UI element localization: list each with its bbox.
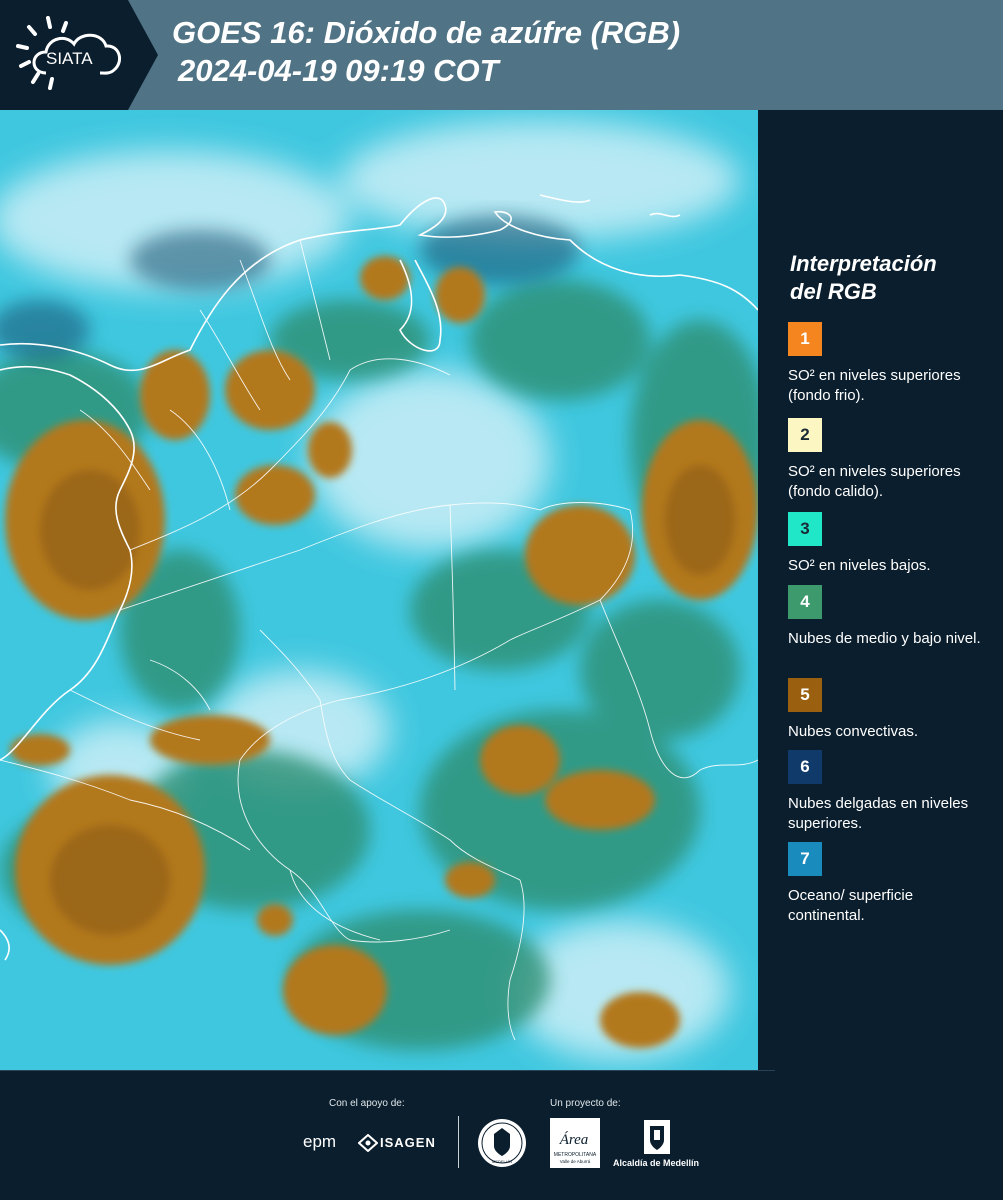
alcaldia-label: Alcaldía de Medellín: [613, 1158, 700, 1168]
legend-item-6: 6 Nubes delgadas en niveles superiores.: [788, 750, 988, 834]
svg-text:MEDELLÍN: MEDELLÍN: [492, 1159, 512, 1164]
rgb-legend: Interpretación del RGB: [772, 250, 997, 320]
seal-icon[interactable]: MEDELLÍN: [477, 1118, 527, 1168]
svg-text:Valle de Aburrá: Valle de Aburrá: [560, 1159, 591, 1164]
title-line-1: GOES 16: Dióxido de azúfre (RGB): [172, 15, 681, 50]
legend-title-line-1: Interpretación: [790, 251, 937, 276]
sun-cloud-logo-icon: SIATA: [0, 0, 158, 110]
isagen-logo-icon: [358, 1134, 378, 1152]
page-title: GOES 16: Dióxido de azúfre (RGB) 2024-04…: [172, 14, 680, 90]
svg-text:Área: Área: [559, 1131, 589, 1148]
legend-swatch-6: 6: [788, 750, 822, 784]
legend-item-3: 3 SO² en niveles bajos.: [788, 512, 988, 576]
legend-text-6: Nubes delgadas en niveles superiores.: [788, 795, 969, 832]
legend-item-1: 1 SO² en niveles superiores (fondo frio)…: [788, 322, 988, 406]
legend-text-1: SO² en niveles superiores (fondo frio).: [788, 367, 961, 404]
legend-title-line-2: del RGB: [790, 279, 877, 304]
legend-swatch-2: 2: [788, 418, 822, 452]
rgb-map: [0, 110, 758, 1070]
support-label: Con el apoyo de:: [329, 1098, 405, 1109]
satellite-image[interactable]: [0, 110, 758, 1070]
siata-logo[interactable]: SIATA: [0, 0, 158, 110]
legend-swatch-7: 7: [788, 842, 822, 876]
footer-divider-line: [0, 1070, 775, 1071]
isagen-logo[interactable]: ISAGEN: [380, 1135, 436, 1150]
legend-swatch-1: 1: [788, 322, 822, 356]
metropolitana-logo-icon[interactable]: Área METROPOLITANA Valle de Aburrá: [550, 1118, 600, 1168]
legend-swatch-4: 4: [788, 585, 822, 619]
legend-swatch-5: 5: [788, 678, 822, 712]
alcaldia-crest-icon[interactable]: [642, 1118, 672, 1156]
legend-text-4: Nubes de medio y bajo nivel.: [788, 630, 981, 647]
project-label: Un proyecto de:: [550, 1098, 621, 1109]
legend-item-4: 4 Nubes de medio y bajo nivel.: [788, 585, 988, 649]
legend-text-5: Nubes convectivas.: [788, 723, 919, 740]
legend-item-7: 7 Oceano/ superficie continental.: [788, 842, 988, 926]
title-line-2: 2024-04-19 09:19 COT: [178, 53, 499, 88]
legend-swatch-3: 3: [788, 512, 822, 546]
legend-text-2: SO² en niveles superiores (fondo calido)…: [788, 463, 961, 500]
legend-item-5: 5 Nubes convectivas.: [788, 678, 988, 742]
footer-vertical-divider: [458, 1116, 459, 1168]
legend-text-3: SO² en niveles bajos.: [788, 557, 931, 574]
epm-logo[interactable]: epm: [303, 1132, 336, 1152]
legend-title: Interpretación del RGB: [790, 250, 997, 306]
logo-text: SIATA: [46, 49, 93, 68]
header-bar: SIATA GOES 16: Dióxido de azúfre (RGB) 2…: [0, 0, 1003, 110]
footer: Con el apoyo de: Un proyecto de: epm ISA…: [0, 1070, 1003, 1200]
legend-item-2: 2 SO² en niveles superiores (fondo calid…: [788, 418, 988, 502]
legend-text-7: Oceano/ superficie continental.: [788, 887, 914, 924]
svg-text:METROPOLITANA: METROPOLITANA: [554, 1152, 597, 1158]
